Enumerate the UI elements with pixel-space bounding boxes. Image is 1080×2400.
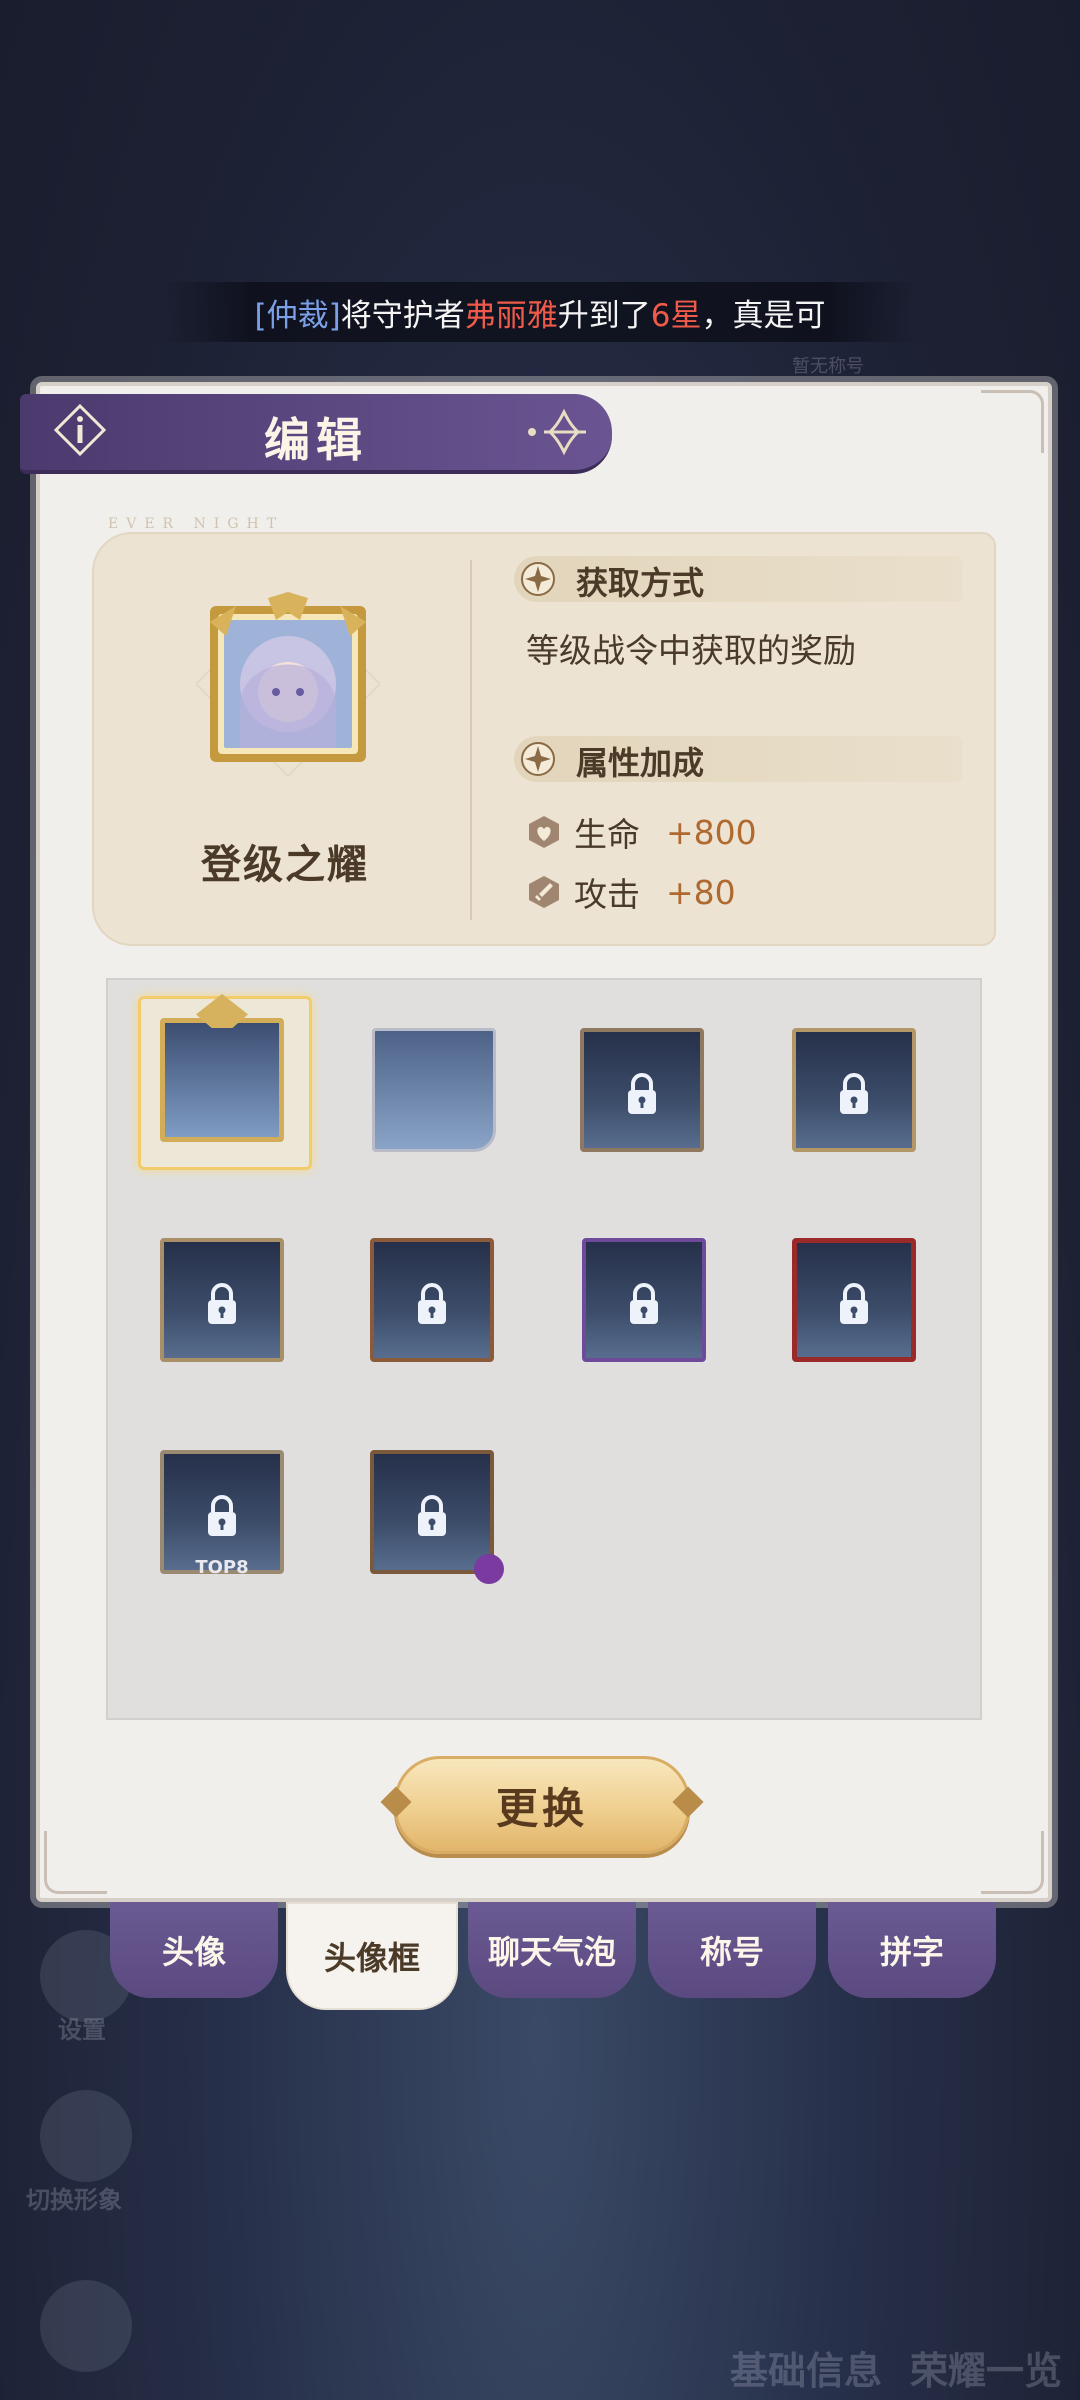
lock-icon [418,1283,446,1324]
ticker-text-3: ，真是可 [701,297,826,334]
divider [470,560,472,920]
frame-tile[interactable] [574,1022,710,1158]
gem-ornament-icon [474,1554,504,1584]
ticker-channel: [仲裁] [254,297,341,334]
tab-label: 称号 [699,1933,764,1971]
stat-label: 攻击 [574,875,640,914]
watermark: EVER NIGHT [108,516,285,532]
stat-value: +80 [666,872,736,912]
compass-star-icon [521,562,555,596]
lock-icon [628,1073,656,1114]
tab-label: 聊天气泡 [487,1933,616,1971]
tab-avatar-frame[interactable]: 头像框 [286,1902,458,2010]
tab-chat-bubble[interactable]: 聊天气泡 [468,1902,636,1998]
switch-avatar-icon [40,2090,132,2182]
fleur-ornament-icon [528,408,586,456]
frame-preview [372,1028,496,1152]
change-button-label: 更换 [495,1783,588,1833]
settings-label: 设置 [58,2016,106,2044]
frame-tile[interactable] [366,1022,502,1158]
stat-label: 生命 [574,815,640,854]
page-title: 编辑 [264,413,368,467]
ticker-text-1: 将守护者 [340,297,465,334]
tab-title[interactable]: 称号 [648,1902,816,1998]
glory-list-label: 荣耀一览 [910,2349,1063,2393]
acquire-section-header: 获取方式 [514,556,962,602]
frame-tile[interactable] [786,1022,922,1158]
base-info-label: 基础信息 [730,2349,883,2393]
attribute-section-header: 属性加成 [514,736,962,782]
ticker-stars: 6星 [650,297,702,334]
frame-tile[interactable] [154,1232,290,1368]
lock-icon [840,1073,868,1114]
compass-star-icon [521,742,555,776]
lock-icon [630,1283,658,1324]
panel-header: 编辑 [20,394,612,474]
lock-icon [208,1495,236,1536]
frame-tag: TOP8 [195,1557,249,1578]
frame-name: 登级之耀 [201,842,369,888]
acquire-text: 等级战令中获取的奖励 [526,631,856,670]
lock-icon [208,1283,236,1324]
frame-tile[interactable] [364,1444,504,1584]
frame-tile-selected[interactable] [138,994,312,1170]
tab-word-puzzle[interactable]: 拼字 [828,1902,996,1998]
title-placeholder: 暂无称号 [792,356,864,377]
stat-attack: 攻击 +80 [526,868,736,916]
sword-icon [529,876,559,908]
acquire-title: 获取方式 [576,564,705,602]
attribute-title: 属性加成 [576,744,705,782]
logo-icon [40,2280,132,2372]
frame-preview [160,1018,284,1142]
tab-label: 头像 [161,1933,226,1971]
ticker-hero-name: 弗丽雅 [464,297,558,334]
switch-avatar-label: 切换形象 [26,2186,122,2214]
tab-label: 头像框 [323,1939,420,1977]
corner-ornament [981,1831,1044,1894]
broadcast-ticker: [仲裁] 将守护者 弗丽雅 升到了 6星 ，真是可 [160,282,920,342]
frame-tile[interactable] [576,1232,712,1368]
avatar-frame-preview [196,592,380,776]
corner-ornament [981,390,1044,453]
ticker-text-2: 升到了 [557,297,651,334]
tab-avatar[interactable]: 头像 [110,1902,278,1998]
frame-tile[interactable] [364,1232,500,1368]
info-icon[interactable] [54,404,106,456]
frame-tile[interactable] [786,1232,922,1368]
lock-icon [418,1495,446,1536]
stat-hp: 生命 +800 [526,808,757,856]
heart-shield-icon [529,816,559,848]
corner-ornament [44,1831,107,1894]
lock-icon [840,1283,868,1324]
change-button[interactable]: 更换 [380,1756,704,1854]
tab-label: 拼字 [879,1933,944,1971]
frame-tile[interactable]: TOP8 [154,1444,290,1580]
stat-value: +800 [666,812,757,852]
